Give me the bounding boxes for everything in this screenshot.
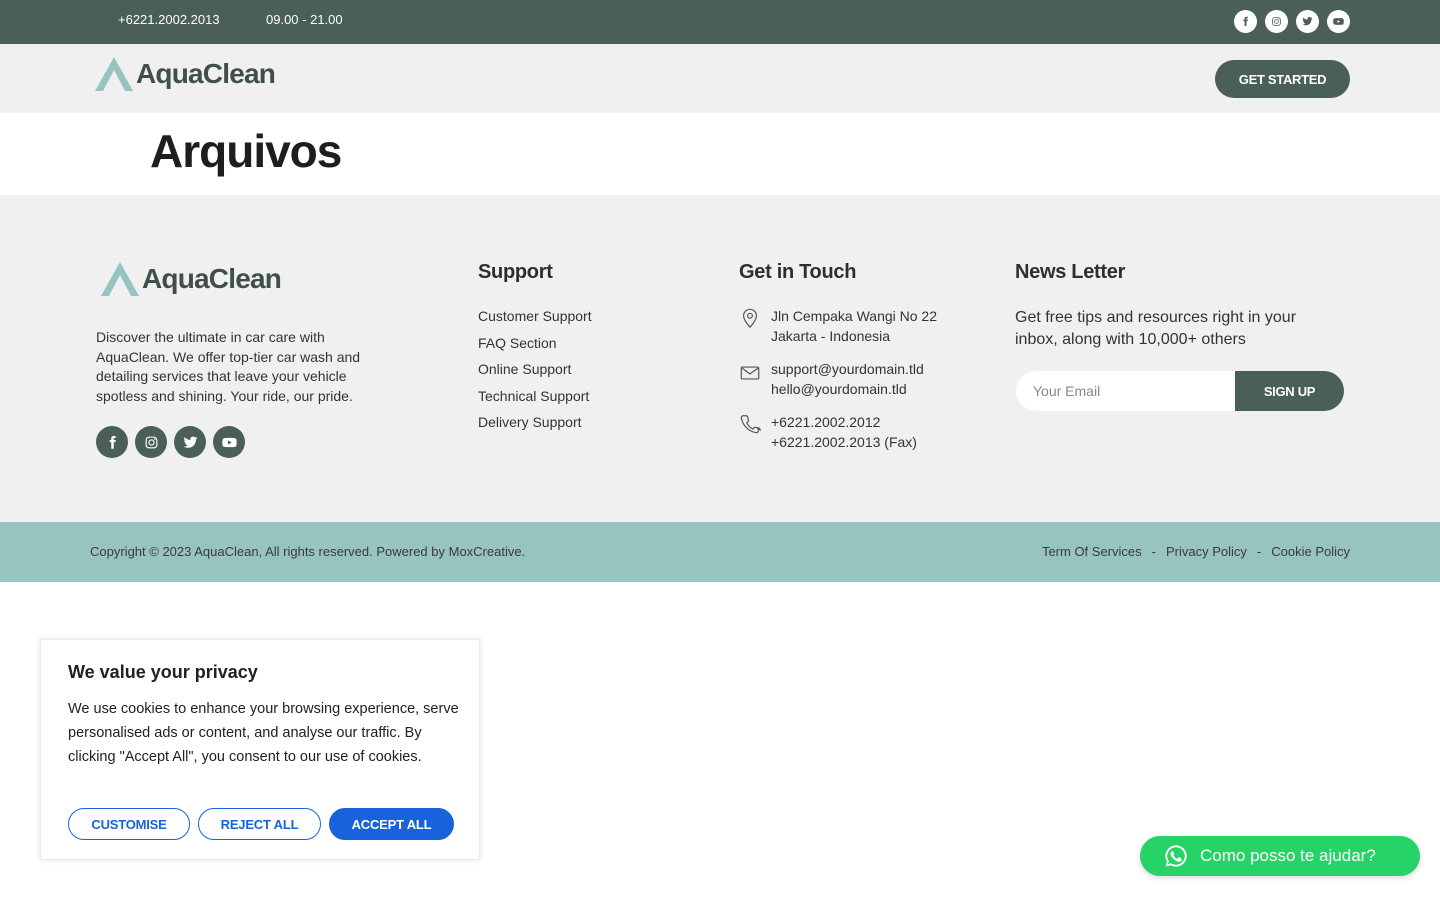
newsletter-text: Get free tips and resources right in you… (1015, 309, 1297, 348)
newsletter-signup-button[interactable]: SIGN UP (1235, 371, 1344, 411)
site-header: AquaClean GET STARTED (0, 44, 1440, 113)
youtube-icon[interactable] (1327, 10, 1350, 33)
get-started-button[interactable]: GET STARTED (1215, 60, 1350, 98)
map-pin-icon (742, 308, 758, 329)
legal-link-cookie[interactable]: Cookie Policy (1271, 544, 1350, 559)
address-line-1: Jln Cempaka Wangi No 22 (771, 308, 938, 324)
whatsapp-label: Como posso te ajudar? (1200, 846, 1376, 865)
topbar-phone: +6221.2002.2013 (118, 12, 220, 27)
cookie-consent-banner: We value your privacy We use cookies to … (40, 639, 480, 860)
copyright-bar: Copyright © 2023 AquaClean, All rights r… (0, 522, 1440, 582)
support-link-delivery[interactable]: Delivery Support (478, 413, 592, 440)
cookie-accept-button[interactable]: ACCEPT ALL (329, 808, 454, 840)
support-link-technical[interactable]: Technical Support (478, 387, 592, 414)
contact-address: Jln Cempaka Wangi No 22 Jakarta - Indone… (739, 307, 937, 346)
cookie-text: We use cookies to enhance your browsing … (68, 701, 459, 765)
whatsapp-chat-button[interactable]: Como posso te ajudar? (1140, 836, 1420, 876)
address-line-2: Jakarta - Indonesia (771, 327, 891, 344)
logo-mark-icon (95, 57, 133, 91)
cookie-reject-button[interactable]: REJECT ALL (198, 808, 321, 840)
top-bar: +6221.2002.2013 09.00 - 21.00 (0, 0, 1440, 44)
phone-line-1[interactable]: +6221.2002.2012 (771, 413, 917, 433)
legal-link-terms[interactable]: Term Of Services (1042, 544, 1142, 559)
facebook-icon[interactable] (96, 426, 128, 458)
topbar-hours: 09.00 - 21.00 (266, 12, 343, 27)
footer-logo[interactable]: AquaClean (100, 261, 282, 297)
twitter-icon[interactable] (1296, 10, 1319, 33)
support-links: Customer Support FAQ Section Online Supp… (478, 307, 592, 440)
cookie-customise-button[interactable]: CUSTOMISE (68, 808, 190, 840)
legal-separator: - (1256, 544, 1262, 559)
phone-line-2[interactable]: +6221.2002.2013 (Fax) (771, 433, 917, 453)
page-title: Arquivos (150, 125, 342, 177)
newsletter-form: Your Email SIGN UP (1016, 371, 1344, 411)
legal-links: Term Of Services - Privacy Policy - Cook… (1042, 544, 1350, 559)
copyright-text: Copyright © 2023 AquaClean, All rights r… (90, 544, 526, 559)
logo-text: AquaClean (142, 263, 282, 294)
mail-icon (740, 366, 760, 380)
contact-title: Get in Touch (739, 261, 857, 283)
phone-icon (740, 415, 761, 434)
support-title: Support (478, 261, 553, 283)
contact-email: support@yourdomain.tld hello@yourdomain.… (739, 360, 924, 399)
email-line-1[interactable]: support@yourdomain.tld (771, 360, 924, 380)
twitter-icon[interactable] (174, 426, 206, 458)
footer-description: Discover the ultimate in car care with A… (96, 329, 361, 404)
instagram-icon[interactable] (135, 426, 167, 458)
instagram-icon[interactable] (1265, 10, 1288, 33)
support-link-customer[interactable]: Customer Support (478, 307, 592, 334)
youtube-icon[interactable] (213, 426, 245, 458)
support-link-online[interactable]: Online Support (478, 360, 592, 387)
logo-mark-icon (101, 262, 139, 296)
whatsapp-icon (1165, 845, 1187, 867)
logo-text: AquaClean (136, 58, 276, 89)
site-footer: AquaClean Discover the ultimate in car c… (0, 195, 1440, 522)
topbar-social-links (1234, 10, 1350, 33)
email-line-2[interactable]: hello@yourdomain.tld (771, 380, 924, 400)
contact-phone: +6221.2002.2012 +6221.2002.2013 (Fax) (739, 413, 917, 452)
newsletter-title: News Letter (1015, 261, 1126, 283)
newsletter-email-input[interactable]: Your Email (1016, 371, 1256, 411)
header-logo[interactable]: AquaClean (94, 56, 276, 92)
footer-social-links (96, 426, 245, 458)
legal-separator: - (1151, 544, 1156, 559)
facebook-icon[interactable] (1234, 10, 1257, 33)
cookie-title: We value your privacy (68, 662, 258, 682)
support-link-faq[interactable]: FAQ Section (478, 334, 592, 361)
legal-link-privacy[interactable]: Privacy Policy (1166, 544, 1247, 559)
